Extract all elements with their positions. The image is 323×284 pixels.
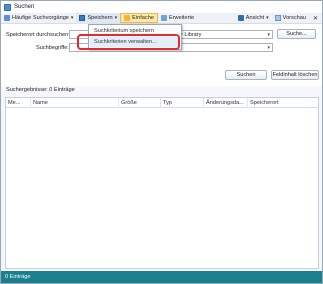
- extended-search-button[interactable]: Erweiterte: [158, 13, 197, 24]
- highlight-annotation: [77, 34, 180, 50]
- column-header-modified[interactable]: Änderungsda...: [204, 98, 248, 108]
- location-value: y Library: [180, 31, 202, 38]
- extended-search-icon: [160, 15, 167, 21]
- view-icon: [237, 15, 244, 21]
- app-icon: [4, 3, 11, 11]
- column-header-type[interactable]: Typ: [161, 98, 204, 108]
- chevron-down-icon: ▾: [266, 15, 269, 21]
- search-window: Suchen Häufige Suchvorgänge ▾ Speichern …: [0, 0, 323, 284]
- recent-searches-label: Häufige Suchvorgänge: [12, 15, 69, 21]
- view-button[interactable]: Ansicht ▾: [235, 13, 272, 24]
- results-grid[interactable]: Me... Name Größe Typ Änderungsda... Spei…: [5, 97, 319, 269]
- extended-search-label: Erweiterte: [168, 15, 195, 21]
- chevron-down-icon: ▾: [267, 32, 270, 38]
- browse-button[interactable]: Suche...: [277, 29, 316, 39]
- chevron-down-icon: ▾: [267, 45, 270, 51]
- toolbar: Häufige Suchvorgänge ▾ Speichern ▾ Einfa…: [1, 12, 322, 24]
- results-count-label: Suchergebnisse: 0 Einträge: [6, 87, 75, 93]
- save-label: Speichern: [87, 15, 113, 21]
- chevron-down-icon: ▾: [114, 15, 118, 21]
- simple-search-button[interactable]: Einfache: [120, 13, 158, 23]
- search-terms-label: Suchbegriffe:: [36, 45, 69, 51]
- search-button[interactable]: Suchen: [225, 70, 267, 80]
- status-text: 0 Einträge: [5, 274, 31, 280]
- clear-fields-button[interactable]: Feldinhalt löschen: [271, 70, 319, 80]
- recent-searches-button[interactable]: Häufige Suchvorgänge ▾: [1, 13, 76, 24]
- simple-search-label: Einfache: [132, 15, 154, 21]
- column-header-location[interactable]: Speicherort: [248, 98, 318, 108]
- preview-icon: [274, 15, 281, 21]
- chevron-down-icon: ▾: [70, 15, 74, 21]
- column-header-size[interactable]: Größe: [119, 98, 161, 108]
- column-header-type-icon[interactable]: Me...: [6, 98, 31, 108]
- title-bar: Suchen: [1, 1, 322, 13]
- location-label: Speicherort durchsuchen:: [6, 32, 70, 38]
- window-title: Suchen: [14, 4, 35, 10]
- save-icon: [79, 15, 86, 21]
- view-label: Ansicht: [245, 15, 265, 21]
- results-grid-header: Me... Name Größe Typ Änderungsda... Spei…: [6, 98, 318, 108]
- status-bar: 0 Einträge: [1, 271, 322, 283]
- simple-search-icon: [124, 15, 131, 21]
- preview-label: Vorschau: [282, 15, 306, 21]
- save-button[interactable]: Speichern ▾: [76, 12, 121, 24]
- close-icon[interactable]: ✕: [309, 15, 322, 22]
- preview-button[interactable]: Vorschau: [272, 13, 309, 24]
- column-header-name[interactable]: Name: [31, 98, 119, 108]
- recent-searches-icon: [4, 15, 10, 21]
